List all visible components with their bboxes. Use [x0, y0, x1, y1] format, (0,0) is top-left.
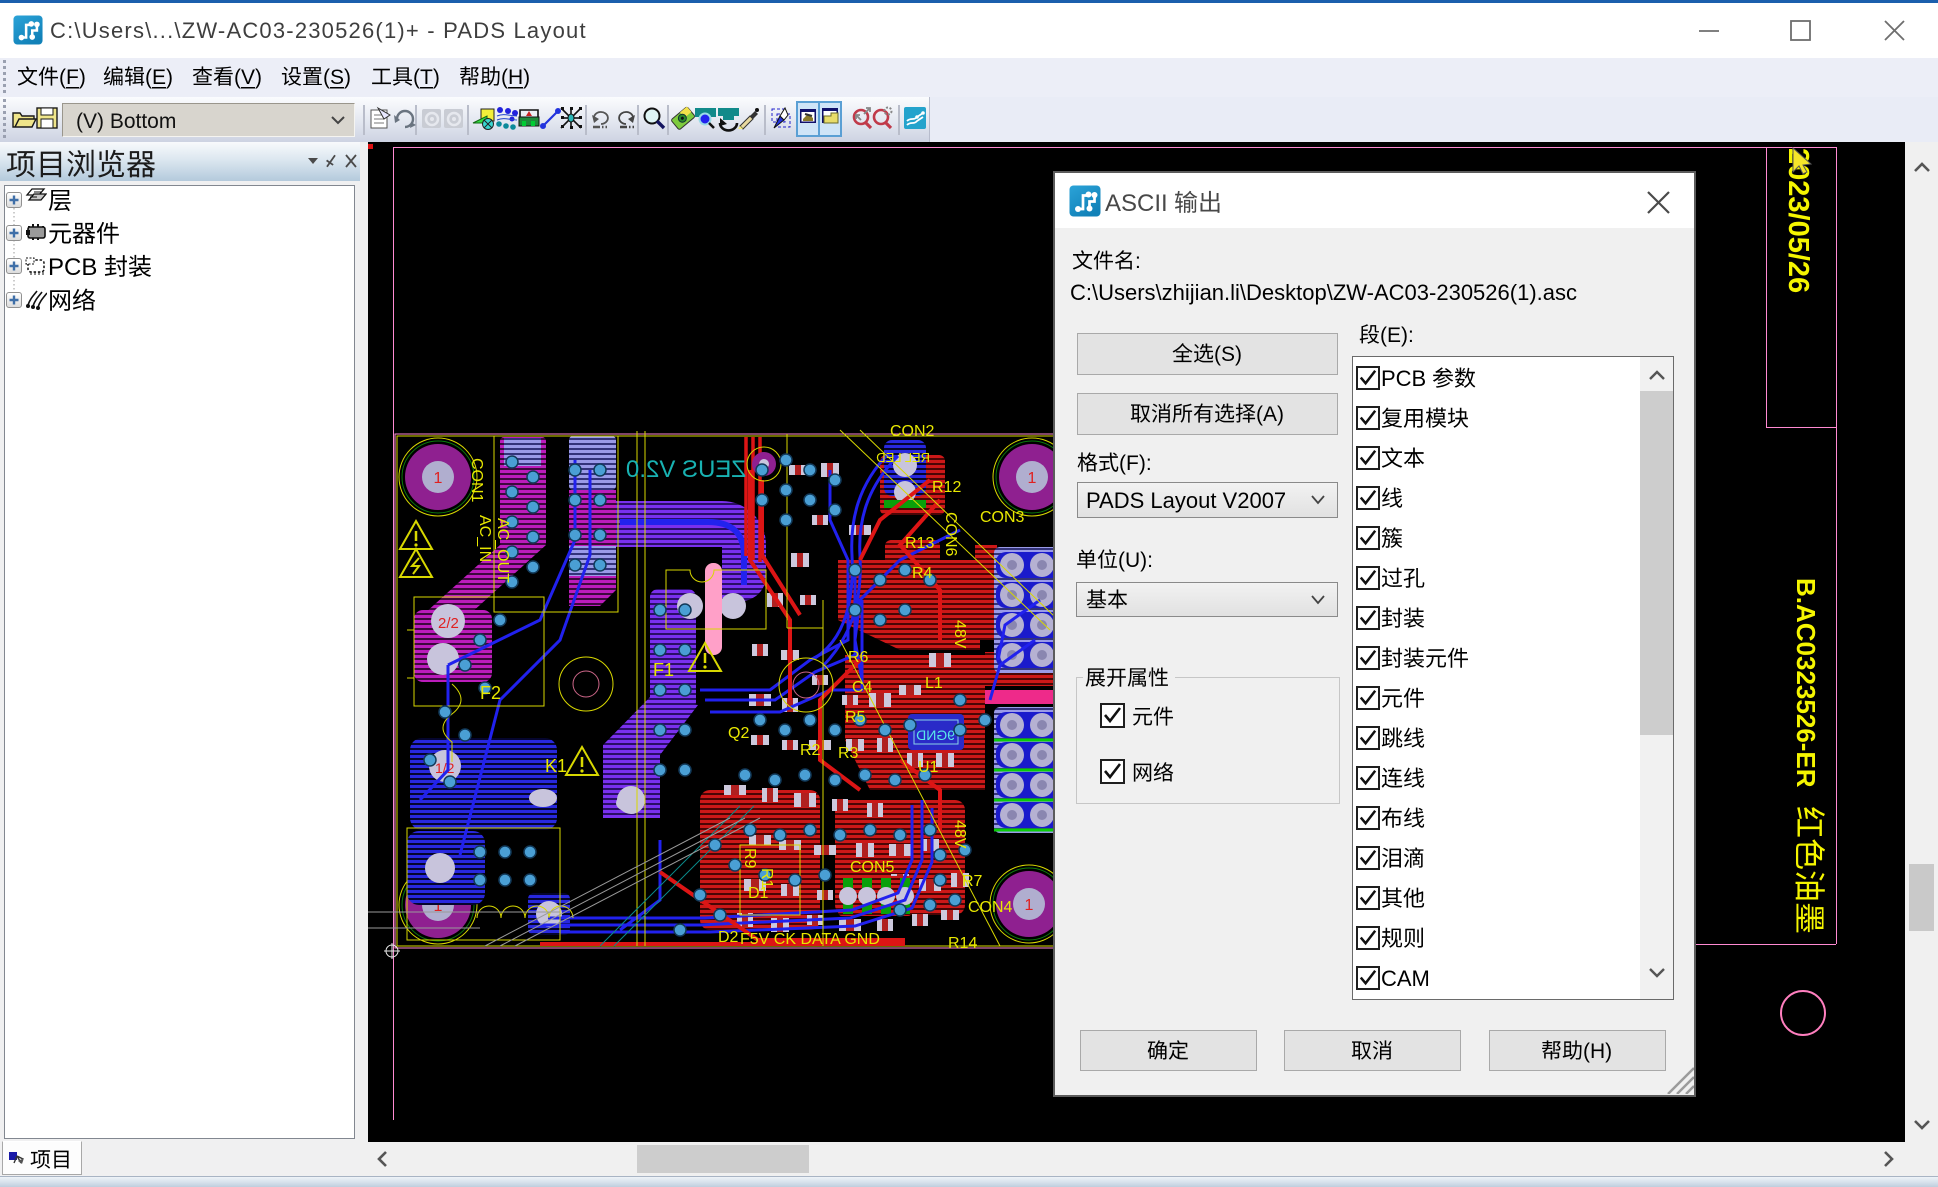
svg-text:2/2: 2/2 [438, 615, 459, 632]
svg-text:R3: R3 [838, 745, 859, 762]
svg-text:R12: R12 [932, 479, 961, 496]
svg-text:R13: R13 [905, 535, 934, 552]
svg-text:Q2: Q2 [728, 725, 749, 742]
svg-text:48V: 48V [951, 820, 968, 849]
svg-text:R9: R9 [741, 848, 758, 869]
svg-text:48V: 48V [951, 620, 968, 649]
svg-text:CON6: CON6 [942, 512, 959, 557]
svg-text:CON5: CON5 [850, 859, 895, 876]
svg-text:9GND: 9GND [916, 727, 955, 743]
svg-text:F1: F1 [653, 660, 674, 680]
svg-text:F5V CK DATA GND: F5V CK DATA GND [740, 931, 880, 948]
svg-text:ZEUS V2.0: ZEUS V2.0 [626, 456, 746, 483]
svg-text:2023/05/26: 2023/05/26 [1782, 148, 1814, 293]
svg-text:R14: R14 [948, 935, 977, 952]
svg-text:L1: L1 [925, 675, 943, 692]
svg-text:1: 1 [434, 470, 443, 487]
svg-text:AC_IN: AC_IN [476, 515, 493, 562]
svg-text:CON3: CON3 [980, 509, 1025, 526]
svg-text:R5: R5 [845, 709, 866, 726]
svg-text:R7: R7 [962, 873, 983, 890]
svg-text:1: 1 [1025, 897, 1034, 914]
svg-text:CON2: CON2 [890, 423, 935, 440]
svg-text:1: 1 [1028, 470, 1037, 487]
svg-text:R4: R4 [912, 565, 933, 582]
svg-text:C4: C4 [852, 679, 873, 696]
svg-text:U1: U1 [918, 759, 939, 776]
svg-text:REL LED: REL LED [876, 450, 930, 465]
svg-text:D2: D2 [718, 929, 739, 946]
svg-text:R2: R2 [800, 742, 821, 759]
svg-text:K1: K1 [545, 756, 567, 776]
svg-text:D1: D1 [748, 885, 769, 902]
svg-text:F2: F2 [480, 683, 501, 703]
svg-text:AC_OUT: AC_OUT [494, 518, 511, 583]
svg-text:R6: R6 [848, 649, 869, 666]
svg-text:CON1: CON1 [468, 458, 485, 503]
svg-text:B.AC0323526-ER: B.AC0323526-ER [1791, 578, 1821, 788]
svg-text:CON4: CON4 [968, 899, 1013, 916]
